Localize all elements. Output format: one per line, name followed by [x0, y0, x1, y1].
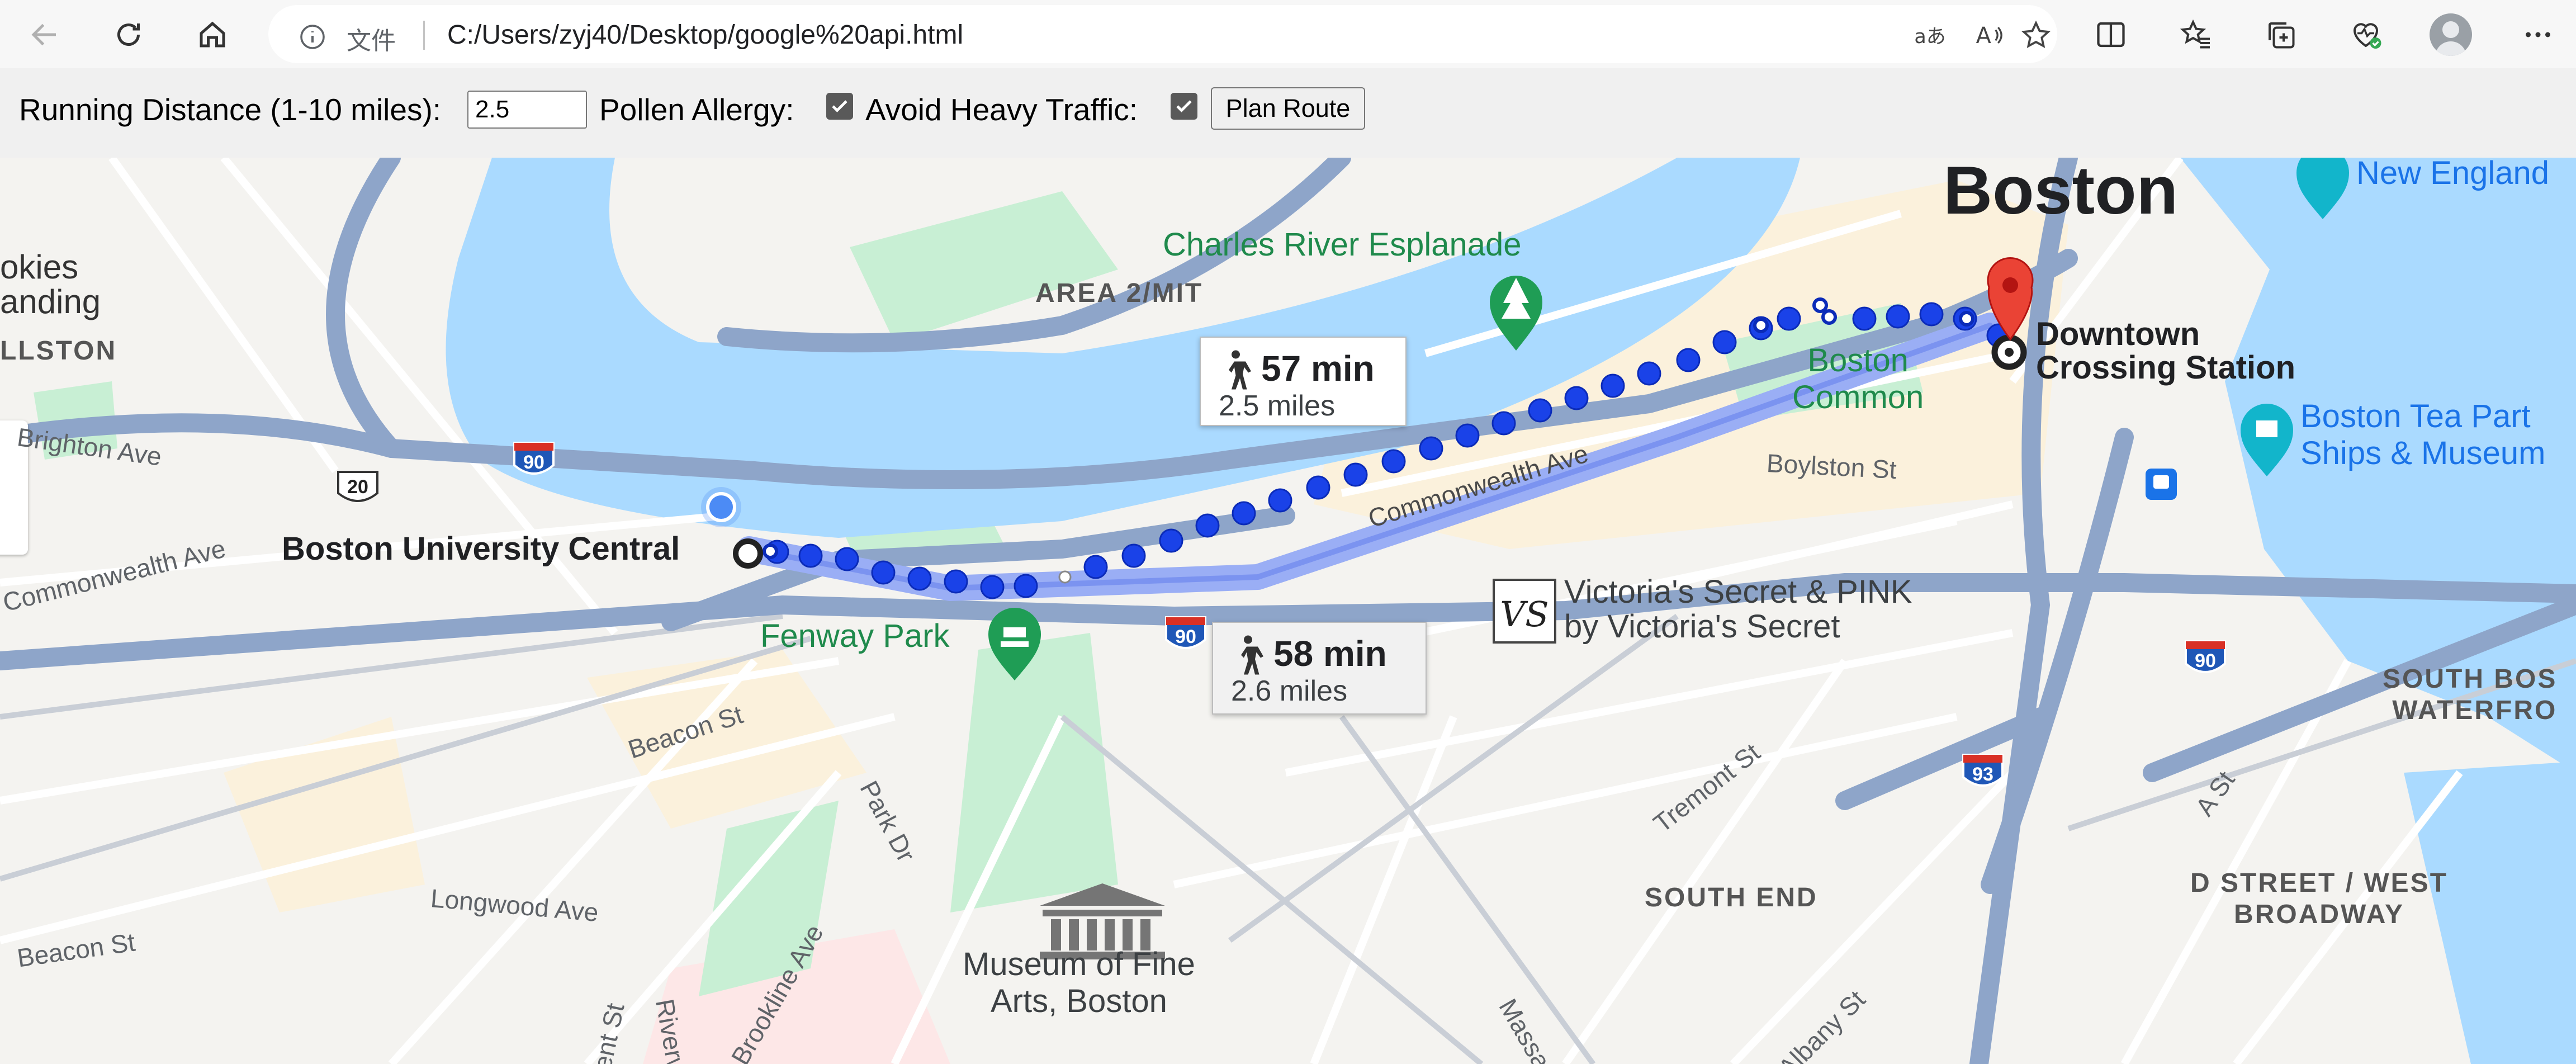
label-south-end: SOUTH END	[1645, 883, 1818, 912]
i90-shield-a: 90	[523, 452, 544, 473]
profile-avatar[interactable]	[2430, 13, 2472, 56]
label-cookies-landing: okies anding	[0, 248, 101, 320]
map-base-layer: VS 90 90 90 93 20	[0, 158, 2576, 1064]
refresh-icon[interactable]	[106, 12, 151, 57]
url-text[interactable]: C:/Users/zyj40/Desktop/google%20api.html	[447, 20, 963, 50]
distance-input[interactable]	[467, 91, 587, 129]
favorite-star-icon[interactable]	[2018, 17, 2054, 53]
traffic-label: Avoid Heavy Traffic:	[865, 92, 1138, 127]
back-icon[interactable]	[22, 12, 67, 57]
address-separator	[423, 21, 425, 50]
label-victorias-secret: Victoria's Secret & PINK by Victoria's S…	[1564, 574, 1912, 645]
read-aloud-icon[interactable]: A	[1971, 17, 2007, 53]
label-new-england-aquarium: New England	[2356, 158, 2549, 191]
route-info-primary[interactable]: 57 min 2.5 miles	[1200, 337, 1407, 426]
label-boston: Boston	[1943, 158, 2179, 228]
route-alternate-distance: 2.6 miles	[1231, 675, 1348, 707]
more-menu-icon[interactable]	[2518, 15, 2558, 55]
split-screen-icon[interactable]	[2091, 15, 2131, 55]
plan-route-button[interactable]: Plan Route	[1211, 87, 1365, 130]
browser-toolbar: 文件 C:/Users/zyj40/Desktop/google%20api.h…	[0, 0, 2576, 68]
collections-icon[interactable]	[2261, 15, 2301, 55]
label-allston: LLSTON	[0, 336, 117, 366]
route-primary-time: 57 min	[1261, 348, 1375, 389]
label-d-street: D STREET / WEST BROADWAY	[2190, 868, 2449, 929]
i93-shield: 93	[1972, 764, 1993, 785]
label-museum-of-fine-arts: Museum of Fine Arts, Boston	[963, 946, 1195, 1019]
address-bar[interactable]: 文件 C:/Users/zyj40/Desktop/google%20api.h…	[268, 5, 2057, 63]
read-aloud-translate-icon[interactable]: aあ	[1911, 17, 1947, 53]
info-icon[interactable]	[299, 23, 326, 53]
i90-shield-b: 90	[1175, 626, 1196, 647]
pollen-checkbox[interactable]	[826, 93, 853, 120]
label-destination-station[interactable]: Downtown Crossing Station	[2036, 318, 2295, 385]
label-south-boston-waterfront: SOUTH BOS WATERFRO	[2383, 664, 2558, 725]
svg-text:VS: VS	[1500, 594, 1549, 635]
i90-shield-c: 90	[2195, 650, 2216, 671]
route-primary-distance: 2.5 miles	[1219, 390, 1336, 422]
us20-shield: 20	[347, 476, 368, 498]
browser-essentials-icon[interactable]	[2346, 15, 2386, 55]
svg-text:A: A	[1976, 23, 1991, 49]
route-info-alternate[interactable]: 58 min 2.6 miles	[1212, 622, 1427, 715]
label-charles-river-esplanade: Charles River Esplanade	[1163, 226, 1522, 263]
map-canvas[interactable]: VS 90 90 90 93 20 okies anding LLSTON Br…	[0, 158, 2576, 1064]
label-boston-common: Boston Common	[1792, 342, 1924, 415]
favorites-icon[interactable]	[2176, 15, 2216, 55]
walking-icon	[1241, 635, 1263, 675]
label-origin-station[interactable]: Boston University Central	[282, 532, 680, 566]
route-controls: Running Distance (1-10 miles): Pollen Al…	[0, 68, 2576, 158]
label-boston-tea-party: Boston Tea Part Ships & Museum	[2300, 398, 2546, 471]
label-fenway-park: Fenway Park	[760, 618, 950, 654]
file-chip: 文件	[347, 27, 396, 55]
traffic-checkbox[interactable]	[1171, 93, 1197, 120]
walking-icon	[1229, 350, 1251, 390]
pollen-label: Pollen Allergy:	[599, 92, 794, 127]
distance-label: Running Distance (1-10 miles):	[19, 92, 442, 127]
svg-text:aあ: aあ	[1914, 26, 1944, 48]
label-area-mit: AREA 2/MIT	[1035, 278, 1204, 308]
route-alternate-time: 58 min	[1273, 633, 1387, 674]
home-icon[interactable]	[190, 12, 235, 57]
